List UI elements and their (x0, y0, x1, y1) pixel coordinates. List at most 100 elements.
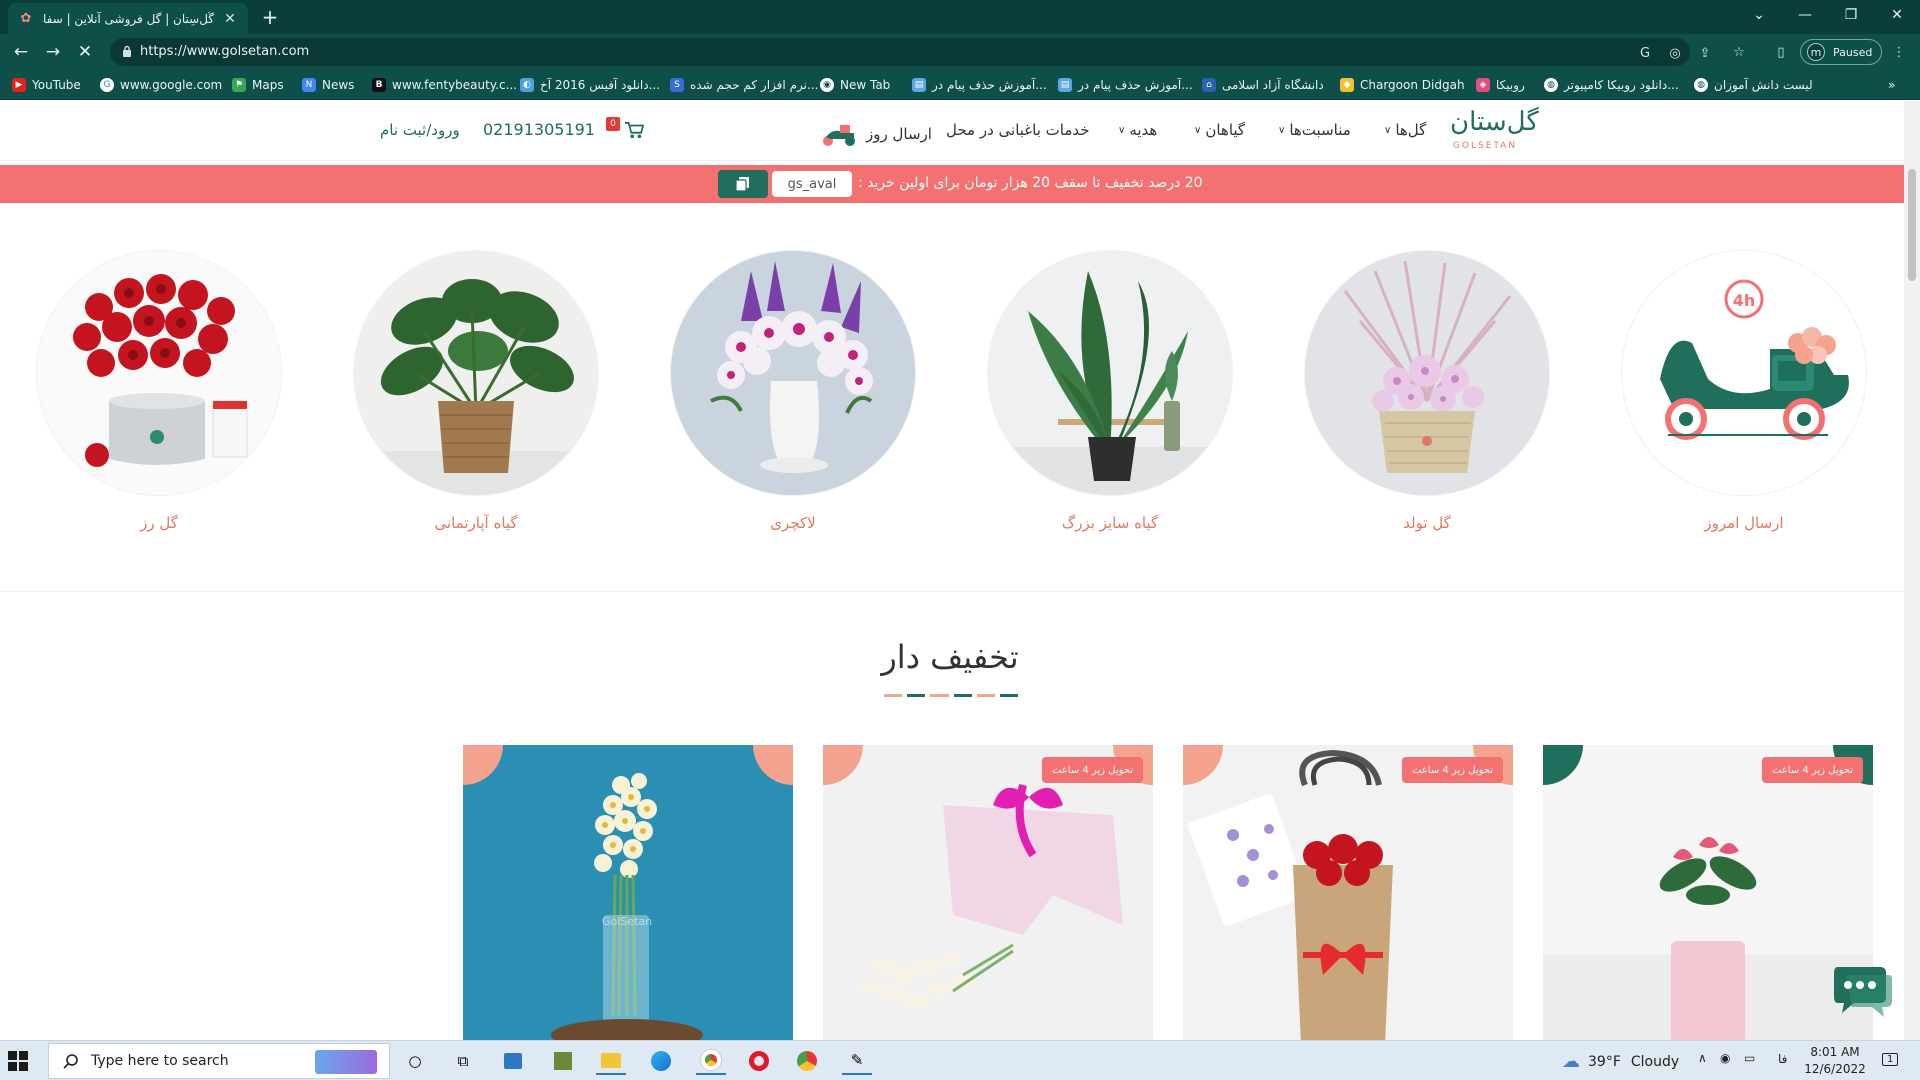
close-window-button[interactable]: ✕ (1874, 0, 1920, 30)
bookmark-tutorial-2[interactable]: ▤ آموزش حذف پیام در... (1058, 76, 1193, 94)
phone-number[interactable]: 02191305191 (483, 120, 595, 139)
product-image: GolSetan (463, 745, 793, 1040)
category-label: گیاه آپارتمانی (434, 514, 518, 532)
windows-taskbar: Type here to search ○ ⧉ ✎ ☁ 39°F Cloudy … (0, 1040, 1920, 1080)
category-birthday[interactable]: گل تولد (1305, 251, 1549, 551)
taskbar-search[interactable]: Type here to search (48, 1043, 390, 1079)
product-card[interactable]: GolSetan (463, 745, 793, 1040)
menu-same-day-delivery[interactable]: ارسال روز (820, 121, 932, 147)
chrome-taskbar-icon[interactable] (696, 1047, 726, 1075)
address-bar[interactable]: https://www.golsetan.com G ◎ ⇪ (110, 38, 1710, 66)
news-icon: N (302, 78, 316, 92)
side-panel-icon[interactable]: ▯ (1772, 43, 1790, 61)
chat-support-button[interactable] (1832, 961, 1892, 1019)
golsetan-favicon-icon: ✿ (20, 11, 32, 26)
bookmark-software[interactable]: S نرم افزار کم حجم شده... (670, 76, 818, 94)
browser-tab-strip: ✿ گُل‌سِتان | گل فروشی آنلاین | سفارش ✕ … (0, 0, 1920, 34)
share-icon[interactable]: ⇪ (1696, 44, 1714, 62)
birthday-bouquet-image (1305, 251, 1549, 495)
taskbar-clock[interactable]: 8:01 AM 12/6/2022 (1800, 1044, 1870, 1078)
chevron-down-icon: ∨ (1384, 124, 1392, 136)
tab-search-icon[interactable]: ⌄ (1736, 0, 1782, 30)
bookmarks-overflow-icon[interactable]: » (1888, 76, 1895, 94)
category-luxury[interactable]: لاکچری (671, 251, 915, 551)
bookmark-google[interactable]: Gwww.google.com (100, 76, 222, 94)
copy-icon (735, 177, 749, 192)
network-icon[interactable]: ▭ (1744, 1051, 1755, 1065)
bookmark-star-icon[interactable]: ☆ (1730, 43, 1748, 61)
security-icon[interactable]: ◉ (1720, 1051, 1730, 1065)
bookmark-office-download[interactable]: ◐ دانلود آفیس 2016 آخ... (520, 76, 660, 94)
doc-icon: ▤ (1058, 78, 1072, 92)
bookmark-youtube[interactable]: ▶ YouTube (12, 76, 81, 94)
category-roses[interactable]: گل رز (37, 251, 281, 551)
page-scrollbar[interactable] (1904, 101, 1920, 1040)
bookmark-maps[interactable]: ⚑ Maps (232, 76, 284, 94)
bookmark-rubika-download[interactable]: ◍ دانلود روبیکا کامپیوتر... (1544, 76, 1679, 94)
opera-icon[interactable] (744, 1047, 774, 1075)
bookmark-new-tab[interactable]: ◉ New Tab (820, 76, 890, 94)
edge-icon[interactable] (646, 1047, 676, 1075)
menu-gift[interactable]: هدیه ∨ (1118, 121, 1157, 139)
chevron-down-icon: ∨ (1194, 124, 1202, 136)
chrome-second-icon[interactable] (792, 1047, 822, 1075)
logo-mark: گل‌ستان (1450, 107, 1539, 137)
language-indicator[interactable]: فا (1778, 1052, 1787, 1066)
new-tab-button[interactable]: + (258, 5, 282, 29)
bookmark-tutorial-1[interactable]: ▤ آموزش حذف پیام در... (912, 76, 1047, 94)
web-page: گل‌ستان GOLSETAN گل‌ها ∨ مناسبت‌ها ∨ گیاها… (0, 101, 1904, 1040)
golsetan-logo[interactable]: گل‌ستان GOLSETAN (1450, 105, 1539, 157)
google-icon: G (100, 78, 114, 92)
bookmark-azad-university[interactable]: ⌂ دانشگاه آزاد اسلامی (1202, 76, 1324, 94)
cart-icon[interactable] (624, 121, 646, 141)
app-icon: S (670, 78, 684, 92)
product-card[interactable]: تحویل زیر 4 ساعت (1543, 745, 1873, 1040)
category-label: گل رز (140, 514, 178, 532)
weather-widget[interactable]: ☁ 39°F Cloudy (1562, 1051, 1679, 1072)
stop-loading-button[interactable]: ✕ (72, 40, 98, 64)
category-apartment-plants[interactable]: گیاه آپارتمانی (354, 251, 598, 551)
category-large-plants[interactable]: گیاه سایز بزرگ (988, 251, 1232, 551)
scrollbar-thumb[interactable] (1908, 169, 1916, 281)
forward-button[interactable]: → (40, 40, 66, 64)
tab-title: گُل‌سِتان | گل فروشی آنلاین | سفارش (42, 11, 214, 26)
browser-tab[interactable]: ✿ گُل‌سِتان | گل فروشی آنلاین | سفارش ✕ (8, 3, 248, 34)
category-same-day[interactable]: 4h ارسال امروز (1622, 251, 1866, 551)
copy-coupon-button[interactable] (718, 170, 768, 198)
more-menu-icon[interactable]: ⋮ (1890, 43, 1908, 61)
coupon-code[interactable]: gs_aval (772, 171, 852, 197)
show-hidden-icons[interactable]: ∧ (1698, 1051, 1707, 1065)
minecraft-icon[interactable] (548, 1047, 578, 1075)
file-explorer-icon[interactable] (596, 1047, 626, 1075)
menu-plants[interactable]: گیاهان ∨ (1194, 121, 1245, 139)
menu-flowers[interactable]: گل‌ها ∨ (1384, 121, 1426, 139)
google-lens-icon[interactable]: G (1636, 44, 1654, 62)
large-plant-image (988, 251, 1232, 495)
rose-box-image (37, 251, 281, 495)
bookmarks-bar: ▶ YouTube Gwww.google.com ⚑ Maps N News Bww… (0, 70, 1920, 100)
chevron-down-icon: ∨ (1278, 124, 1286, 136)
menu-occasions[interactable]: مناسبت‌ها ∨ (1278, 121, 1351, 139)
profile-button[interactable]: m Paused (1800, 39, 1882, 65)
bookmark-chargoon[interactable]: ◆ Chargoon Didgah (1340, 76, 1465, 94)
tab-close-icon[interactable]: ✕ (222, 11, 238, 27)
pen-app-icon[interactable]: ✎ (842, 1047, 872, 1075)
product-card[interactable]: تحویل زیر 4 ساعت (823, 745, 1153, 1040)
login-register-link[interactable]: ورود/ثبت نام (380, 121, 460, 139)
back-button[interactable]: ← (8, 40, 34, 64)
restore-button[interactable]: ❐ (1828, 0, 1874, 30)
minimize-button[interactable]: — (1782, 0, 1828, 30)
task-view-icon[interactable]: ⧉ (448, 1047, 478, 1075)
menu-gardening-services[interactable]: خدمات باغبانی در محل (946, 121, 1090, 139)
bookmark-rubika[interactable]: ◈ روبیکا (1476, 76, 1525, 94)
bookmark-fentybeauty[interactable]: Bwww.fentybeauty.c... (372, 76, 517, 94)
notification-icon[interactable]: 1 (1882, 1051, 1899, 1066)
product-card[interactable]: تحویل زیر 4 ساعت (1183, 745, 1513, 1040)
windows-start-icon[interactable] (8, 1051, 28, 1071)
delivery-time-badge: 4h (1733, 291, 1756, 310)
store-icon[interactable] (498, 1047, 528, 1075)
bookmark-news[interactable]: N News (302, 76, 354, 94)
tracking-blocked-icon[interactable]: ◎ (1666, 44, 1684, 62)
bookmark-student-list[interactable]: ◍ لیست دانش آموزان (1694, 76, 1813, 94)
task-view-cortana-icon[interactable]: ○ (400, 1047, 430, 1075)
